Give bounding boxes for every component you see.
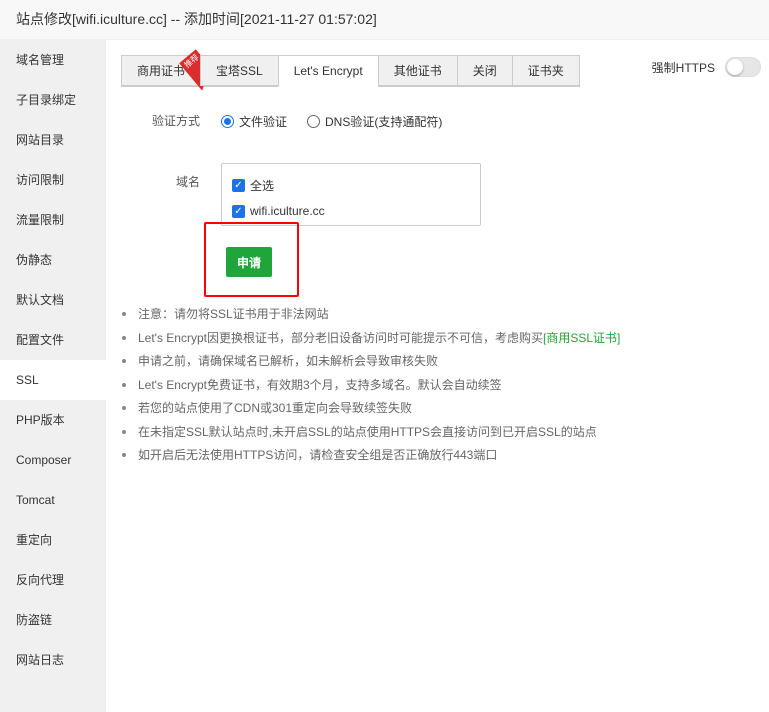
checkbox-label: wifi.iculture.cc: [250, 204, 325, 218]
radio-label: 文件验证: [239, 115, 288, 129]
sidebar: 域名管理 子目录绑定 网站目录 访问限制 流量限制 伪静态 默认文档 配置文件 …: [0, 40, 106, 712]
sidebar-item-proxy[interactable]: 反向代理: [0, 560, 106, 600]
notes-list: 注意：请勿将SSL证书用于非法网站 Let's Encrypt因更换根证书，部分…: [122, 305, 620, 470]
note-item: 申请之前，请确保域名已解析，如未解析会导致审核失败: [122, 352, 620, 376]
checkbox-label: 全选: [250, 178, 275, 193]
sidebar-item-composer[interactable]: Composer: [0, 440, 106, 480]
note-item: 若您的站点使用了CDN或301重定向会导致续签失败: [122, 399, 620, 423]
sidebar-item-site-dir[interactable]: 网站目录: [0, 120, 106, 160]
verify-method-label: 验证方式: [152, 114, 201, 128]
sidebar-item-access-limit[interactable]: 访问限制: [0, 160, 106, 200]
sidebar-item-php[interactable]: PHP版本: [0, 400, 106, 440]
main-panel: 商用证书 推荐 宝塔SSL Let's Encrypt 其他证书 关闭 证书夹 强…: [106, 40, 769, 712]
note-item: 注意：请勿将SSL证书用于非法网站: [122, 305, 620, 329]
tab-cert-folder[interactable]: 证书夹: [511, 55, 580, 86]
sidebar-item-rewrite[interactable]: 伪静态: [0, 240, 106, 280]
domain-list: ✓ 全选 ✓ wifi.iculture.cc: [221, 163, 481, 226]
verify-dns-radio[interactable]: DNS验证(支持通配符): [307, 113, 442, 130]
checkbox-checked-icon: ✓: [232, 204, 245, 218]
tab-label: 商用证书: [137, 64, 186, 78]
note-item: 在未指定SSL默认站点时,未开启SSL的站点使用HTTPS会直接访问到已开启SS…: [122, 423, 620, 447]
note-item: 如开启后无法使用HTTPS访问，请检查安全组是否正确放行443端口: [122, 446, 620, 470]
sidebar-item-hotlink[interactable]: 防盗链: [0, 600, 106, 640]
apply-button[interactable]: 申请: [226, 247, 272, 277]
note-text: Let's Encrypt因更换根证书，部分老旧设备访问时可能提示不可信，考虑购…: [138, 330, 543, 345]
tab-bt-ssl[interactable]: 宝塔SSL: [200, 55, 278, 86]
window-title: 站点修改[wifi.iculture.cc] -- 添加时间[2021-11-2…: [0, 0, 769, 40]
checkbox-checked-icon: ✓: [232, 178, 245, 192]
force-https-label: 强制HTTPS: [651, 60, 715, 75]
force-https-toggle[interactable]: [725, 57, 761, 77]
sidebar-item-ssl[interactable]: SSL: [0, 360, 106, 400]
tab-commercial-cert[interactable]: 商用证书 推荐: [121, 55, 200, 86]
domain-checkbox[interactable]: ✓ wifi.iculture.cc: [232, 198, 470, 224]
sidebar-item-tomcat[interactable]: Tomcat: [0, 480, 106, 520]
ssl-tabs: 商用证书 推荐 宝塔SSL Let's Encrypt 其他证书 关闭 证书夹: [121, 55, 580, 87]
verify-file-radio[interactable]: 文件验证: [221, 113, 287, 130]
radio-unchecked-icon: [307, 115, 320, 128]
sidebar-item-subdir[interactable]: 子目录绑定: [0, 80, 106, 120]
force-https: 强制HTTPS: [652, 57, 761, 77]
sidebar-item-traffic-limit[interactable]: 流量限制: [0, 200, 106, 240]
tab-other-cert[interactable]: 其他证书: [377, 55, 457, 86]
sidebar-item-domain[interactable]: 域名管理: [0, 40, 106, 80]
sidebar-item-redirect[interactable]: 重定向: [0, 520, 106, 560]
tab-lets-encrypt[interactable]: Let's Encrypt: [277, 55, 378, 87]
note-item: Let's Encrypt因更换根证书，部分老旧设备访问时可能提示不可信，考虑购…: [122, 329, 620, 353]
domain-label: 域名: [176, 175, 201, 189]
sidebar-item-config[interactable]: 配置文件: [0, 320, 106, 360]
select-all-checkbox[interactable]: ✓ 全选: [232, 172, 470, 198]
radio-label: DNS验证(支持通配符): [325, 115, 443, 129]
sidebar-item-logs[interactable]: 网站日志: [0, 640, 106, 680]
radio-checked-icon: [221, 115, 234, 128]
tab-close[interactable]: 关闭: [456, 55, 512, 86]
note-item: Let's Encrypt免费证书，有效期3个月，支持多域名。默认会自动续签: [122, 376, 620, 400]
commercial-ssl-link[interactable]: [商用SSL证书]: [543, 331, 620, 345]
sidebar-item-default-doc[interactable]: 默认文档: [0, 280, 106, 320]
